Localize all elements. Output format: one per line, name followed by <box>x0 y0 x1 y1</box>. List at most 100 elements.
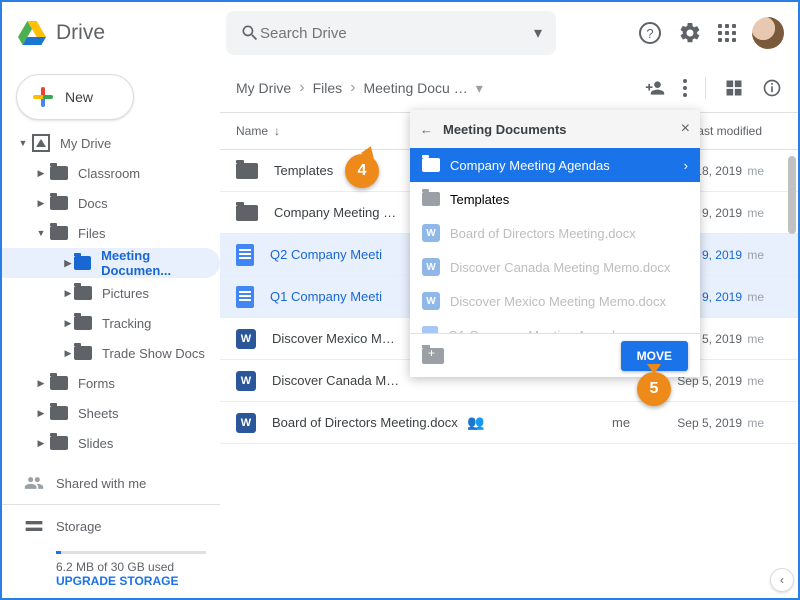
storage-bar <box>56 551 206 554</box>
tree-label: Classroom <box>78 166 140 181</box>
folder-icon <box>50 436 68 450</box>
word-icon: W <box>422 292 440 310</box>
caret-right-icon: ▶ <box>62 318 74 329</box>
shared-icon <box>24 473 44 493</box>
search-input[interactable] <box>260 25 534 42</box>
apps-icon[interactable] <box>718 24 736 42</box>
tree-label: Files <box>78 226 105 241</box>
tree-label: Meeting Documen... <box>101 248 220 278</box>
folder-icon <box>422 158 440 172</box>
word-icon: W <box>236 329 256 349</box>
popup-header: ← Meeting Documents × <box>410 110 700 148</box>
file-row[interactable]: WBoard of Directors Meeting.docx 👥meSep … <box>220 402 798 444</box>
popup-item-label: Q1 Company Meeting Agenda <box>448 328 622 334</box>
tree-sheets[interactable]: ▶Sheets <box>2 398 220 428</box>
folder-icon <box>50 376 68 390</box>
breadcrumb: My Drive › Files › Meeting Docu … ▾ <box>236 79 483 97</box>
tree-forms[interactable]: ▶ Forms <box>2 368 220 398</box>
close-icon[interactable]: × <box>681 120 690 138</box>
caret-right-icon: ▶ <box>32 438 50 449</box>
search-bar[interactable]: ▾ <box>226 11 556 55</box>
tree-my-drive[interactable]: ▼ My Drive <box>2 128 220 158</box>
help-icon[interactable]: ? <box>638 21 662 45</box>
file-modified: Sep 5, 2019 me <box>677 416 782 430</box>
drive-logo-icon <box>16 17 48 49</box>
folder-icon <box>74 286 92 300</box>
tree-tracking[interactable]: ▶ Tracking <box>2 308 220 338</box>
tree-docs[interactable]: ▶ Docs <box>2 188 220 218</box>
header: Drive ▾ ? <box>2 2 798 64</box>
tree-label: Tracking <box>102 316 151 331</box>
popup-item[interactable]: WBoard of Directors Meeting.docx <box>410 216 700 250</box>
popup-item-label: Discover Canada Meeting Memo.docx <box>450 260 670 275</box>
avatar[interactable] <box>752 17 784 49</box>
folder-icon <box>236 205 258 221</box>
logo-group: Drive <box>16 17 226 49</box>
tree-label: Trade Show Docs <box>102 346 205 361</box>
tree-label: Slides <box>78 436 113 451</box>
search-dropdown-icon[interactable]: ▾ <box>534 23 542 43</box>
share-person-icon[interactable] <box>645 78 665 98</box>
back-icon[interactable]: ← <box>420 122 433 137</box>
caret-right-icon: ▶ <box>32 198 50 209</box>
word-icon: W <box>422 224 440 242</box>
popup-item-label: Discover Mexico Meeting Memo.docx <box>450 294 666 309</box>
storage-icon <box>24 516 44 536</box>
chevron-right-icon: › <box>350 79 355 97</box>
new-button[interactable]: New <box>16 74 134 120</box>
sidebar: New ▼ My Drive ▶Classroom ▶Docs ▼Files ▶… <box>2 64 220 600</box>
chevron-right-icon: › <box>684 158 688 173</box>
popup-list: Company Meeting Agendas›TemplatesWBoard … <box>410 148 700 333</box>
scrollbar[interactable] <box>788 156 796 234</box>
caret-right-icon: ▶ <box>32 168 50 179</box>
shared-with-me[interactable]: Shared with me <box>2 468 220 498</box>
caret-right-icon: ▶ <box>32 378 50 389</box>
crumb-current[interactable]: Meeting Docu … <box>363 80 467 96</box>
tree-slides[interactable]: ▶ Slides <box>2 428 220 458</box>
tree-label: Forms <box>78 376 115 391</box>
info-icon[interactable] <box>762 78 782 98</box>
popup-item[interactable]: Company Meeting Agendas› <box>410 148 700 182</box>
popup-item[interactable]: WDiscover Canada Meeting Memo.docx <box>410 250 700 284</box>
storage[interactable]: Storage <box>2 511 220 541</box>
tree-label: Docs <box>78 196 108 211</box>
shared-label: Shared with me <box>56 476 146 491</box>
header-actions: ? <box>638 17 784 49</box>
folder-icon <box>422 192 440 206</box>
popup-item[interactable]: Q1 Company Meeting Agenda <box>410 318 700 333</box>
word-icon: W <box>236 371 256 391</box>
move-popup: ← Meeting Documents × Company Meeting Ag… <box>410 110 700 377</box>
new-button-label: New <box>65 89 93 105</box>
caret-down-icon: ▼ <box>14 138 32 148</box>
popup-item[interactable]: W Discover Mexico Meeting Memo.docx <box>410 284 700 318</box>
new-folder-icon[interactable] <box>422 348 444 364</box>
app-name: Drive <box>56 21 105 45</box>
tree-label: Sheets <box>78 406 118 421</box>
tree-files[interactable]: ▼Files <box>2 218 220 248</box>
folder-icon <box>50 226 68 240</box>
folder-tree: ▼ My Drive ▶Classroom ▶Docs ▼Files ▶Meet… <box>2 128 220 588</box>
folder-icon <box>74 316 92 330</box>
gear-icon[interactable] <box>678 21 702 45</box>
file-name: Board of Directors Meeting.docx 👥 <box>272 414 612 431</box>
crumb-files[interactable]: Files <box>313 80 343 96</box>
crumb-mydrive[interactable]: My Drive <box>236 80 291 96</box>
tree-tradeshow[interactable]: ▶Trade Show Docs <box>2 338 220 368</box>
tree-classroom[interactable]: ▶ Classroom <box>2 158 220 188</box>
word-icon: W <box>236 413 256 433</box>
gdoc-icon <box>422 326 438 333</box>
more-actions-icon[interactable] <box>683 79 687 97</box>
col-lastmod[interactable]: Last modified <box>691 124 782 138</box>
caret-right-icon: ▶ <box>62 258 74 269</box>
popup-item[interactable]: Templates <box>410 182 700 216</box>
upgrade-link[interactable]: UPGRADE STORAGE <box>56 574 206 588</box>
storage-used: 6.2 MB of 30 GB used <box>56 560 206 574</box>
tree-pictures[interactable]: ▶Pictures <box>2 278 220 308</box>
col-name-label: Name <box>236 124 268 138</box>
chevron-down-icon[interactable]: ▾ <box>476 80 483 97</box>
collapse-side-panel-icon[interactable]: ‹ <box>770 568 794 592</box>
grid-view-icon[interactable] <box>724 78 744 98</box>
chevron-right-icon: › <box>299 79 304 97</box>
callout-5: 5 <box>637 372 671 406</box>
tree-meeting-documents[interactable]: ▶ Meeting Documen... <box>2 248 220 278</box>
